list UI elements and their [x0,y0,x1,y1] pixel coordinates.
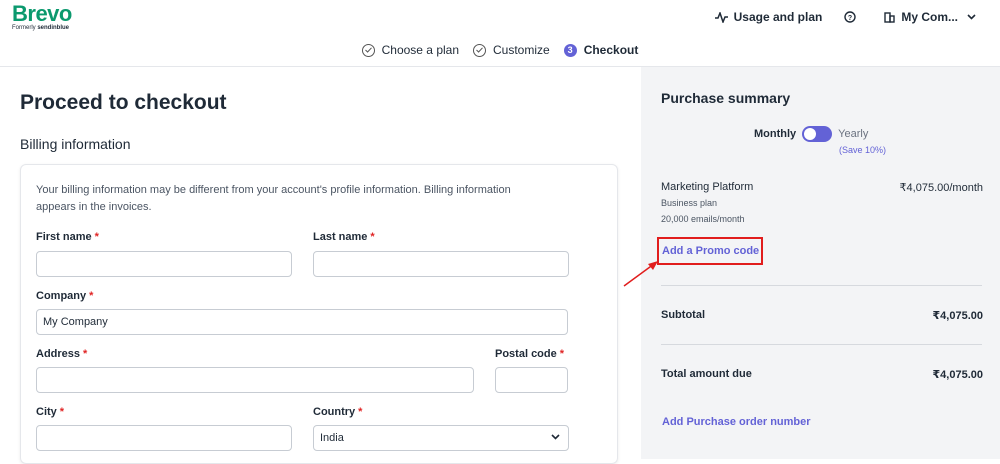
total-value: ₹4,075.00 [932,369,983,381]
product-name: Marketing Platform [661,181,754,193]
activity-icon [714,11,728,23]
chevron-down-icon [551,434,560,440]
step-label: Customize [493,43,550,57]
annotation-arrow-icon [623,261,658,287]
step-label: Choose a plan [381,43,459,57]
top-bar: Brevo Formerly sendinblue Usage and plan… [0,0,1000,38]
summary-divider [661,285,982,286]
address-field[interactable] [36,367,474,393]
building-icon [884,11,896,23]
logo-tagline: Formerly sendinblue [12,25,70,31]
subtotal-label: Subtotal [661,309,705,321]
city-label: City * [36,406,65,418]
billing-period-toggle: Monthly Yearly [754,126,868,142]
last-name-label: Last name * [313,231,375,243]
address-label: Address * [36,348,88,360]
country-label: Country * [313,406,363,418]
account-name: My Com... [901,10,958,24]
step-checkout: 3 Checkout [563,43,639,57]
help-button[interactable]: ? [844,11,862,23]
checkout-form-area: Proceed to checkout Billing information … [0,67,641,464]
monthly-label[interactable]: Monthly [754,128,796,140]
last-name-field[interactable] [313,251,569,277]
city-field[interactable] [36,425,292,451]
billing-note: Your billing information may be differen… [36,184,511,213]
switch-knob [804,128,817,140]
usage-and-plan-link[interactable]: Usage and plan [714,10,823,24]
yearly-savings-note: (Save 10%) [839,145,887,155]
account-menu[interactable]: My Com... [884,10,976,24]
svg-text:?: ? [848,15,852,22]
country-selected-value: India [320,432,344,444]
brevo-logo[interactable]: Brevo Formerly sendinblue [12,1,72,32]
step-choose-plan[interactable]: Choose a plan [361,43,459,57]
header-actions: Usage and plan ? My Com... [693,10,976,24]
billing-card: Your billing information may be differen… [20,164,618,464]
logo-text: Brevo [12,1,72,26]
chevron-down-icon [967,14,976,20]
product-plan: Business plan [661,198,718,208]
check-circle-icon [473,43,486,57]
billing-section-title: Billing information [20,136,131,152]
usage-and-plan-label: Usage and plan [733,10,823,24]
total-label: Total amount due [661,368,752,380]
country-select[interactable]: India [313,425,569,451]
company-field[interactable]: My Company [36,309,568,335]
company-label: Company * [36,290,94,302]
add-promo-code-link[interactable]: Add a Promo code [662,245,759,257]
billing-period-switch[interactable] [802,126,833,142]
purchase-summary-panel: Purchase summary Monthly Yearly (Save 10… [641,67,1000,459]
product-price: ₹4,075.00/month [899,182,983,194]
product-volume: 20,000 emails/month [661,214,745,224]
step-label: Checkout [583,43,639,57]
first-name-field[interactable] [36,251,292,277]
page-title: Proceed to checkout [20,91,227,114]
postal-code-label: Postal code * [495,348,565,360]
yearly-label[interactable]: Yearly [838,128,868,140]
add-purchase-order-link[interactable]: Add Purchase order number [662,416,811,428]
subtotal-value: ₹4,075.00 [932,310,983,322]
summary-divider [661,344,982,345]
first-name-label: First name * [36,231,99,243]
check-circle-icon [361,43,375,57]
checkout-stepper: Choose a plan Customize 3 Checkout [0,43,1000,57]
question-circle-icon: ? [844,11,857,23]
step-number: 3 [563,43,577,57]
postal-code-field[interactable] [495,367,568,393]
summary-title: Purchase summary [661,90,791,106]
step-customize[interactable]: Customize [473,43,550,57]
